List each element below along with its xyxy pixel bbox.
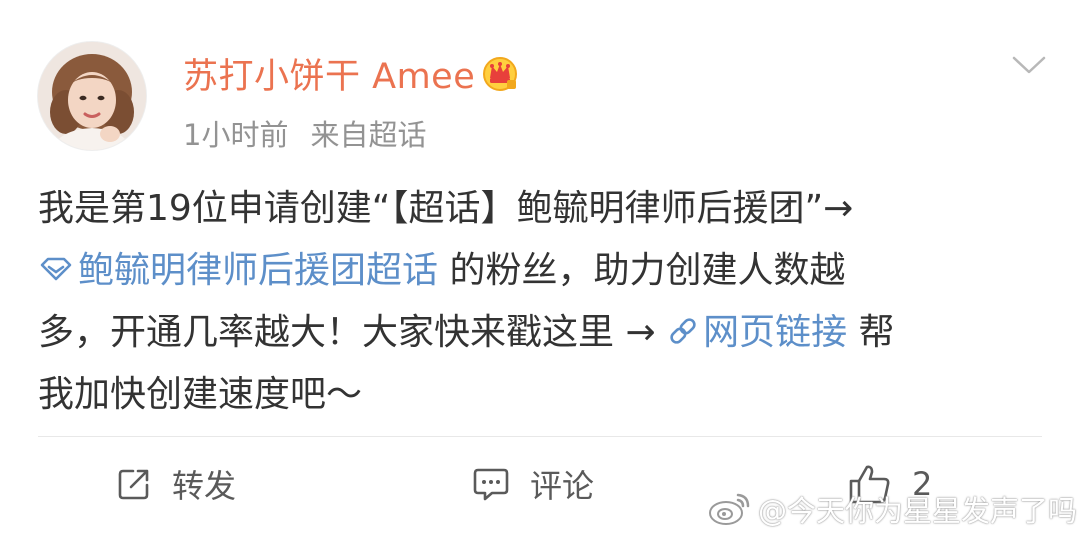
- post-line-4: 我加快创建速度吧～: [38, 374, 363, 415]
- author-name[interactable]: 苏打小饼干 Amee: [183, 48, 475, 99]
- post-body: 我是第19位申请创建“【超话】鲍毓明律师后援团”→ 鲍毓明律师后援团超话 的粉丝…: [38, 178, 1048, 426]
- watermark: @今天你为星星发声了吗: [708, 490, 1077, 528]
- repost-label: 转发: [172, 467, 237, 505]
- post-menu-button[interactable]: [1011, 52, 1047, 78]
- post-line-2: 鲍毓明律师后援团超话 的粉丝，助力创建人数越: [38, 240, 1048, 302]
- web-link-label: 网页链接: [703, 312, 848, 353]
- topic-link-label: 鲍毓明律师后援团超话: [78, 250, 439, 291]
- weibo-logo-icon: [709, 493, 750, 525]
- post-line-2-rest: 的粉丝，助力创建人数越: [438, 250, 846, 291]
- topic-link[interactable]: 鲍毓明律师后援团超话: [38, 250, 438, 291]
- web-link[interactable]: 网页链接: [667, 312, 847, 353]
- post-line-3-prefix: 多，开通几率越大！大家快来戳这里 →: [38, 312, 668, 353]
- watermark-text: @今天你为星星发声了吗: [758, 494, 1078, 528]
- chevron-down-icon: [1012, 56, 1046, 74]
- repost-icon: [118, 469, 149, 500]
- post-source[interactable]: 来自超话: [310, 118, 426, 152]
- comment-label: 评论: [530, 467, 595, 505]
- post-line-3-suffix: 帮: [847, 312, 895, 353]
- post-meta: 1小时前 来自超话: [183, 112, 426, 154]
- super-topic-icon: [40, 257, 72, 281]
- post-time: 1小时前: [183, 118, 289, 152]
- post-line-3: 多，开通几率越大！大家快来戳这里 → 网页链接 帮: [38, 302, 1048, 364]
- avatar-photo: [38, 42, 146, 150]
- user-avatar[interactable]: [38, 42, 146, 150]
- author-name-row[interactable]: 苏打小饼干 Amee: [183, 48, 519, 99]
- repost-button[interactable]: 转发: [116, 456, 236, 512]
- post-line-1: 我是第19位申请创建“【超话】鲍毓明律师后援团”→: [38, 188, 854, 229]
- comment-button[interactable]: 评论: [472, 456, 594, 512]
- link-icon: [670, 318, 696, 344]
- divider: [38, 436, 1042, 437]
- comment-icon: [473, 468, 509, 501]
- crown-badge-icon: [481, 54, 519, 92]
